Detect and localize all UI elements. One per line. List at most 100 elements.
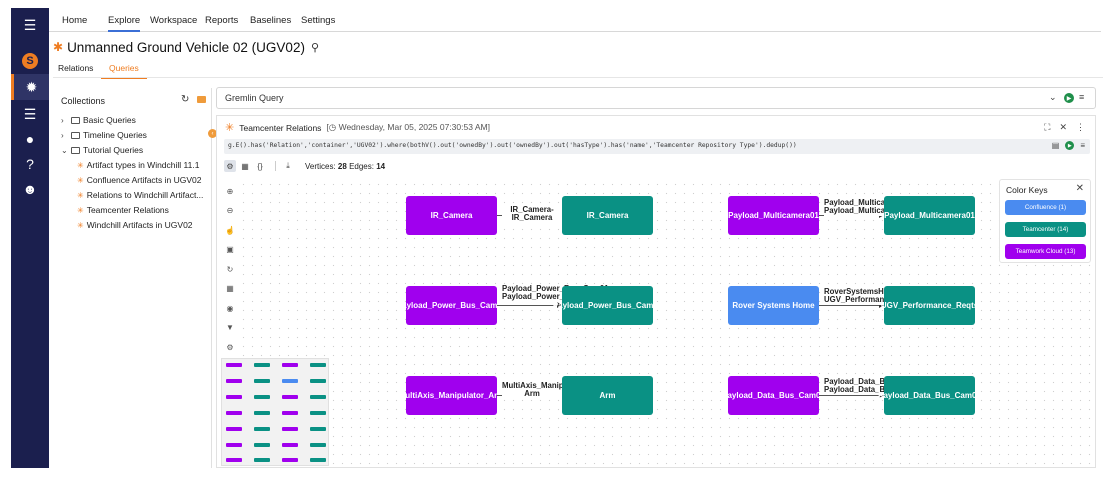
user-icon[interactable]: ☻ bbox=[11, 176, 49, 202]
chevron-right-icon: › bbox=[61, 130, 64, 140]
query-result-panel: ✳ Teamcenter Relations [◷ Wednesday, Mar… bbox=[216, 115, 1096, 468]
explore-icon[interactable]: ✹ bbox=[11, 74, 49, 100]
graph-node[interactable]: Payload_Multicamera01 bbox=[884, 196, 975, 235]
minimap-node bbox=[254, 458, 270, 462]
graph-node[interactable]: Rover Systems Home bbox=[728, 286, 819, 325]
edge-label: IR_Camera-IR_Camera bbox=[502, 205, 562, 223]
result-header: ✳ Teamcenter Relations [◷ Wednesday, Mar… bbox=[225, 121, 490, 134]
tab-relations[interactable]: Relations bbox=[58, 63, 93, 73]
minimap-node bbox=[282, 379, 298, 383]
color-key-teamwork-cloud[interactable]: Teamwork Cloud (13) bbox=[1005, 244, 1086, 259]
playlist-icon[interactable]: ≡ bbox=[1080, 141, 1085, 150]
help-icon[interactable]: ? bbox=[11, 151, 49, 177]
folder-tutorial-queries[interactable]: ⌄ Tutorial Queries bbox=[61, 145, 143, 155]
page-title: Unmanned Ground Vehicle 02 (UGV02) bbox=[67, 39, 305, 55]
graph-counts: Vertices: 28 Edges: 14 bbox=[305, 161, 386, 171]
folder-basic-queries[interactable]: › Basic Queries bbox=[61, 115, 136, 125]
menu-icon[interactable]: ☰ bbox=[11, 12, 49, 38]
grid-icon[interactable]: ▦ bbox=[223, 282, 237, 296]
graph-node[interactable]: IR_Camera bbox=[562, 196, 653, 235]
list-icon[interactable]: ☰ bbox=[11, 101, 49, 127]
graph-view-icon[interactable]: ⚙ bbox=[224, 160, 236, 172]
query-item[interactable]: ✳ Relations to Windchill Artifact... bbox=[77, 190, 203, 200]
graph-node[interactable]: Payload_Multicamera01 bbox=[728, 196, 819, 235]
graph-node[interactable]: IR_Camera bbox=[406, 196, 497, 235]
nav-home[interactable]: Home bbox=[62, 15, 87, 26]
pointer-icon[interactable]: ☝ bbox=[223, 223, 237, 237]
add-folder-icon[interactable] bbox=[197, 96, 206, 103]
minimap-node bbox=[226, 458, 242, 462]
chevron-down-icon[interactable]: ⌄ bbox=[1049, 92, 1057, 103]
gremlin-query-box[interactable]: Gremlin Query ⌄ ▶ ≡ bbox=[216, 87, 1096, 109]
query-item[interactable]: ✳ Artifact types in Windchill 11.1 bbox=[77, 160, 199, 170]
nav-settings[interactable]: Settings bbox=[301, 15, 335, 26]
minimap-node bbox=[254, 379, 270, 383]
search-icon[interactable]: ⚲ bbox=[311, 41, 319, 54]
nav-baselines[interactable]: Baselines bbox=[250, 15, 291, 26]
minimap-node bbox=[282, 363, 298, 367]
minimap-node bbox=[310, 395, 326, 399]
close-icon[interactable]: ✕ bbox=[1076, 183, 1084, 194]
close-icon[interactable]: ✕ bbox=[1059, 122, 1067, 133]
minimap-node bbox=[226, 379, 242, 383]
top-navigation: Home Explore Workspace Reports Baselines… bbox=[49, 8, 1101, 32]
zoom-in-icon[interactable]: ⊕ bbox=[223, 184, 237, 198]
folder-icon bbox=[71, 146, 80, 154]
expand-icon[interactable]: ⛶ bbox=[1044, 122, 1050, 133]
copy-icon[interactable]: ▤ bbox=[1052, 141, 1060, 150]
query-icon: ✳ bbox=[77, 175, 84, 185]
query-icon: ✳ bbox=[77, 160, 84, 170]
minimap-node bbox=[282, 443, 298, 447]
folder-timeline-queries[interactable]: › Timeline Queries bbox=[61, 130, 147, 140]
filter-icon[interactable]: ▼ bbox=[223, 321, 237, 335]
settings-icon[interactable]: ⚙ bbox=[223, 340, 237, 354]
reset-icon[interactable]: ↻ bbox=[223, 262, 237, 276]
graph-canvas[interactable]: IR_Camera IR_Camera-IR_Camera IR_Camera … bbox=[239, 180, 1094, 466]
nav-reports[interactable]: Reports bbox=[205, 15, 238, 26]
run-icon[interactable]: ▶ bbox=[1065, 141, 1075, 150]
color-keys-panel: Color Keys ✕ Confluence (1) Teamcenter (… bbox=[999, 179, 1091, 263]
minimap-node bbox=[282, 395, 298, 399]
json-view-icon[interactable]: {} bbox=[254, 160, 266, 172]
minimap-node bbox=[310, 443, 326, 447]
nav-workspace[interactable]: Workspace bbox=[150, 15, 197, 26]
graph-node[interactable]: MultiAxis_Manipulator_Arm bbox=[399, 376, 504, 415]
playlist-icon[interactable]: ≡ bbox=[1079, 92, 1084, 102]
query-item[interactable]: ✳ Teamcenter Relations bbox=[77, 205, 169, 215]
query-item[interactable]: ✳ Confluence Artifacts in UGV02 bbox=[77, 175, 202, 185]
query-icon: ✳ bbox=[77, 220, 84, 230]
graph-node[interactable]: Payload_Data_Bus_Cam01 bbox=[878, 376, 981, 415]
nav-explore[interactable]: Explore bbox=[108, 15, 141, 32]
app-root: ☰ S ✹ ☰ ● ? ☻ Home Explore Workspace Rep… bbox=[0, 0, 1112, 481]
run-icon[interactable]: ▶ bbox=[1064, 93, 1074, 103]
minimap-node bbox=[254, 443, 270, 447]
download-icon[interactable]: ⤓ bbox=[282, 160, 294, 172]
graph-node[interactable]: Payload_Power_Bus_Cam01 bbox=[397, 286, 506, 325]
query-item[interactable]: ✳ Windchill Artifacts in UGV02 bbox=[77, 220, 193, 230]
edge-label: Payload_Power_Bus_Cam01-Payload_Power_Bu… bbox=[502, 284, 612, 302]
zoom-out-icon[interactable]: ⊖ bbox=[223, 204, 237, 218]
color-key-teamcenter[interactable]: Teamcenter (14) bbox=[1005, 222, 1086, 237]
collections-panel: Collections ↻ › Basic Queries › Timeline… bbox=[55, 88, 212, 468]
edge-label: RoverSystemsHome-UGV_Performance_Reqts bbox=[824, 287, 919, 305]
eye-icon[interactable]: ◉ bbox=[223, 301, 237, 315]
fit-icon[interactable]: ▣ bbox=[223, 243, 237, 257]
logo-icon[interactable]: S bbox=[11, 48, 49, 74]
minimap-node bbox=[310, 458, 326, 462]
minimap-node bbox=[310, 379, 326, 383]
page-header: ✱ Unmanned Ground Vehicle 02 (UGV02) ⚲ bbox=[53, 38, 319, 56]
color-key-confluence[interactable]: Confluence (1) bbox=[1005, 200, 1086, 215]
globe-icon[interactable]: ● bbox=[11, 126, 49, 152]
refresh-icon[interactable]: ↻ bbox=[181, 94, 189, 105]
minimap-node bbox=[254, 411, 270, 415]
graph-minimap[interactable] bbox=[221, 358, 329, 466]
graph-node[interactable]: Payload_Power_Bus_Cam01 bbox=[553, 286, 662, 325]
graph-node[interactable]: UGV_Performance_Reqts bbox=[881, 286, 978, 325]
graph-node[interactable]: Payload_Data_Bus_Cam01 bbox=[722, 376, 825, 415]
minimap-node bbox=[254, 363, 270, 367]
graph-node[interactable]: Arm bbox=[562, 376, 653, 415]
more-icon[interactable]: ⋮ bbox=[1076, 122, 1085, 133]
table-view-icon[interactable]: ▦ bbox=[239, 160, 251, 172]
query-text: g.E().has('Relation','container','UGV02'… bbox=[228, 142, 797, 149]
query-text-bar: g.E().has('Relation','container','UGV02'… bbox=[224, 139, 1090, 154]
